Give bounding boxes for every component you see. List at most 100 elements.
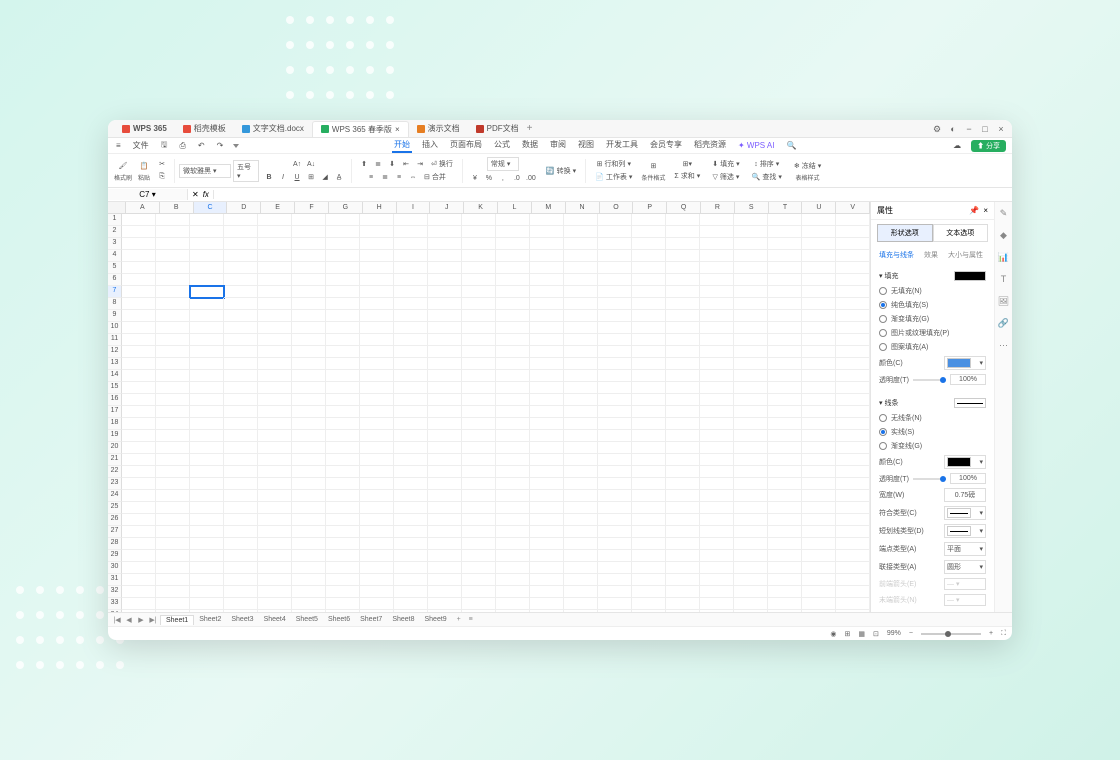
cell[interactable] [836, 310, 870, 322]
cell[interactable] [428, 322, 462, 334]
cell[interactable] [666, 406, 700, 418]
cell[interactable] [224, 574, 258, 586]
cell[interactable] [632, 478, 666, 490]
cell[interactable] [530, 250, 564, 262]
cell[interactable] [564, 574, 598, 586]
document-tab[interactable]: 稻壳模板 [175, 121, 234, 137]
cell[interactable] [632, 274, 666, 286]
cell[interactable] [224, 514, 258, 526]
cell[interactable] [258, 286, 292, 298]
cell[interactable] [258, 538, 292, 550]
fill-option-radio[interactable]: 无填充(N) [879, 284, 986, 298]
cell[interactable] [190, 574, 224, 586]
cell[interactable] [836, 238, 870, 250]
cell[interactable] [666, 358, 700, 370]
align-center-icon[interactable]: ≣ [379, 171, 391, 183]
cell[interactable] [190, 514, 224, 526]
cell[interactable] [122, 250, 156, 262]
cell[interactable] [564, 406, 598, 418]
cell[interactable] [156, 514, 190, 526]
cell[interactable] [802, 610, 836, 612]
cell[interactable] [598, 286, 632, 298]
cell[interactable] [530, 610, 564, 612]
cell[interactable] [598, 346, 632, 358]
cell[interactable] [530, 550, 564, 562]
cell[interactable] [734, 562, 768, 574]
cell[interactable] [564, 310, 598, 322]
cell[interactable] [836, 262, 870, 274]
cell[interactable] [666, 538, 700, 550]
convert-button[interactable]: 🔄转换▾ [543, 165, 579, 177]
cell[interactable] [836, 430, 870, 442]
cell[interactable] [768, 394, 802, 406]
cell[interactable] [836, 598, 870, 610]
cell[interactable] [156, 562, 190, 574]
cell[interactable] [734, 574, 768, 586]
fill-swatch[interactable] [954, 271, 986, 281]
cell[interactable] [632, 490, 666, 502]
cell[interactable] [632, 610, 666, 612]
cell[interactable] [394, 610, 428, 612]
column-header[interactable]: B [160, 202, 194, 214]
cell[interactable] [326, 394, 360, 406]
cell[interactable] [598, 226, 632, 238]
cell[interactable] [734, 394, 768, 406]
cell[interactable] [292, 226, 326, 238]
cell[interactable] [190, 490, 224, 502]
cell[interactable] [802, 238, 836, 250]
cell[interactable] [734, 322, 768, 334]
cell[interactable] [462, 382, 496, 394]
cell[interactable] [836, 502, 870, 514]
row-header[interactable]: 1 [108, 214, 122, 226]
row-header[interactable]: 21 [108, 454, 122, 466]
cell[interactable] [360, 298, 394, 310]
cell[interactable] [530, 406, 564, 418]
cell[interactable] [122, 610, 156, 612]
cell[interactable] [292, 286, 326, 298]
cell[interactable] [122, 454, 156, 466]
cell[interactable] [224, 346, 258, 358]
maximize-button[interactable]: □ [980, 124, 990, 134]
cell[interactable] [598, 322, 632, 334]
cell[interactable] [428, 514, 462, 526]
cell[interactable] [360, 526, 394, 538]
cell[interactable] [156, 214, 190, 226]
cell[interactable] [530, 346, 564, 358]
row-header[interactable]: 20 [108, 442, 122, 454]
cell[interactable] [258, 526, 292, 538]
cell[interactable] [224, 250, 258, 262]
cell[interactable] [734, 238, 768, 250]
cell[interactable] [258, 430, 292, 442]
cell[interactable] [462, 358, 496, 370]
row-header[interactable]: 6 [108, 274, 122, 286]
cell[interactable] [462, 538, 496, 550]
border-icon[interactable]: ⊞ [305, 171, 317, 183]
user-avatar-icon[interactable]: ◐ [948, 124, 958, 134]
cell[interactable] [326, 358, 360, 370]
cell[interactable] [836, 442, 870, 454]
cell[interactable] [292, 454, 326, 466]
cell[interactable] [394, 286, 428, 298]
cell[interactable] [802, 394, 836, 406]
cell[interactable] [496, 238, 530, 250]
cell[interactable] [292, 262, 326, 274]
save-icon[interactable]: 🖫 [159, 138, 170, 154]
cell[interactable] [190, 502, 224, 514]
cell[interactable] [224, 310, 258, 322]
cell[interactable] [598, 478, 632, 490]
cell[interactable] [326, 262, 360, 274]
cell[interactable] [360, 322, 394, 334]
sheet-tab[interactable]: Sheet5 [291, 615, 323, 625]
cell[interactable] [156, 370, 190, 382]
cell[interactable] [802, 358, 836, 370]
column-header[interactable]: G [329, 202, 363, 214]
row-header[interactable]: 22 [108, 466, 122, 478]
tool-chart-icon[interactable]: 📊 [998, 252, 1010, 264]
cell[interactable] [700, 250, 734, 262]
cell[interactable] [496, 322, 530, 334]
cell[interactable] [734, 310, 768, 322]
cell[interactable] [122, 442, 156, 454]
cell[interactable] [598, 310, 632, 322]
cell[interactable] [394, 598, 428, 610]
cell[interactable] [258, 490, 292, 502]
